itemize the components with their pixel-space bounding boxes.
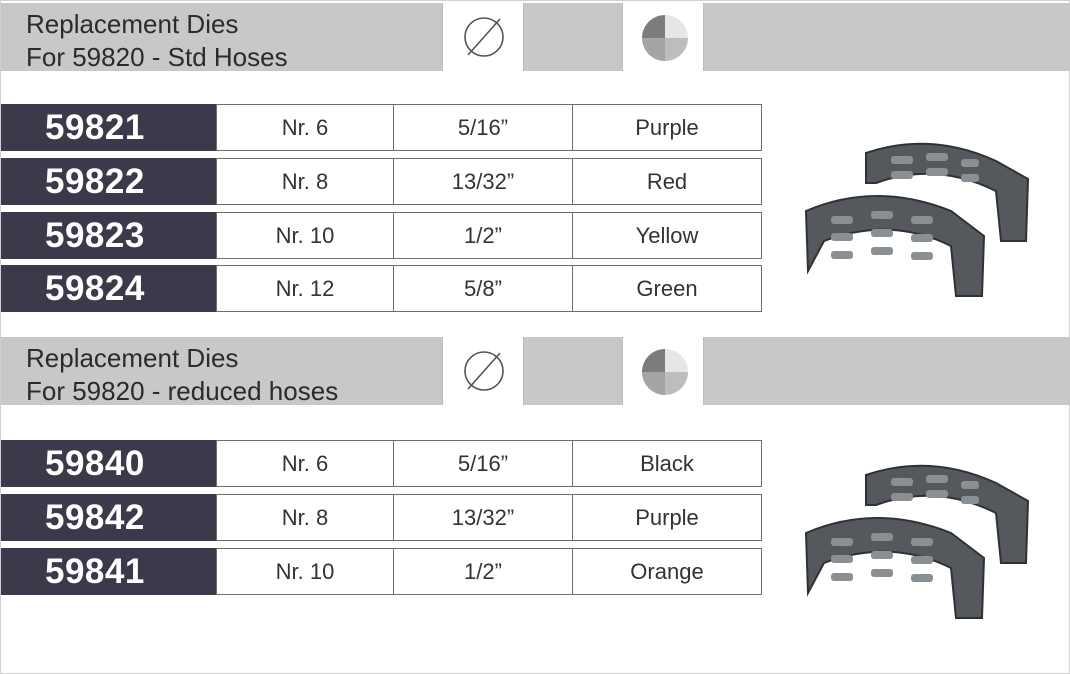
part-number: 59821 bbox=[1, 104, 217, 151]
part-number: 59840 bbox=[1, 440, 217, 487]
section-header-reduced: Replacement Dies For 59820 - reduced hos… bbox=[1, 337, 1070, 408]
diameter-cell: 13/32” bbox=[393, 494, 573, 541]
color-cell: Purple bbox=[572, 104, 762, 151]
section-header-std: Replacement Dies For 59820 - Std Hoses bbox=[1, 3, 1070, 74]
color-cell: Orange bbox=[572, 548, 762, 595]
color-cell: Yellow bbox=[572, 212, 762, 259]
color-cell: Green bbox=[572, 265, 762, 312]
section-title-line1: Replacement Dies bbox=[26, 9, 239, 39]
diameter-symbol-icon bbox=[442, 337, 524, 405]
size-cell: Nr. 8 bbox=[216, 494, 394, 541]
size-cell: Nr. 10 bbox=[216, 212, 394, 259]
diameter-cell: 1/2” bbox=[393, 548, 573, 595]
diameter-cell: 5/16” bbox=[393, 440, 573, 487]
section-title: Replacement Dies For 59820 - reduced hos… bbox=[26, 342, 338, 408]
size-cell: Nr. 12 bbox=[216, 265, 394, 312]
part-number: 59841 bbox=[1, 548, 217, 595]
section-title-line2: For 59820 - Std Hoses bbox=[26, 42, 288, 72]
part-number: 59842 bbox=[1, 494, 217, 541]
section-title-line1: Replacement Dies bbox=[26, 343, 239, 373]
size-cell: Nr. 6 bbox=[216, 440, 394, 487]
color-cell: Red bbox=[572, 158, 762, 205]
section-title-line2: For 59820 - reduced hoses bbox=[26, 376, 339, 406]
color-cell: Purple bbox=[572, 494, 762, 541]
diameter-symbol-icon bbox=[442, 3, 524, 71]
part-number: 59824 bbox=[1, 265, 217, 312]
color-wheel-icon bbox=[622, 3, 704, 71]
section-title: Replacement Dies For 59820 - Std Hoses bbox=[26, 8, 288, 74]
part-number: 59822 bbox=[1, 158, 217, 205]
size-cell: Nr. 10 bbox=[216, 548, 394, 595]
color-wheel-icon bbox=[622, 337, 704, 405]
crimping-die-image bbox=[804, 142, 1030, 297]
diameter-cell: 5/16” bbox=[393, 104, 573, 151]
crimping-die-image bbox=[804, 464, 1030, 619]
part-number: 59823 bbox=[1, 212, 217, 259]
size-cell: Nr. 6 bbox=[216, 104, 394, 151]
color-cell: Black bbox=[572, 440, 762, 487]
diameter-cell: 13/32” bbox=[393, 158, 573, 205]
diameter-cell: 5/8” bbox=[393, 265, 573, 312]
page-frame: Replacement Dies For 59820 - Std Hoses 5… bbox=[0, 0, 1070, 674]
size-cell: Nr. 8 bbox=[216, 158, 394, 205]
diameter-cell: 1/2” bbox=[393, 212, 573, 259]
